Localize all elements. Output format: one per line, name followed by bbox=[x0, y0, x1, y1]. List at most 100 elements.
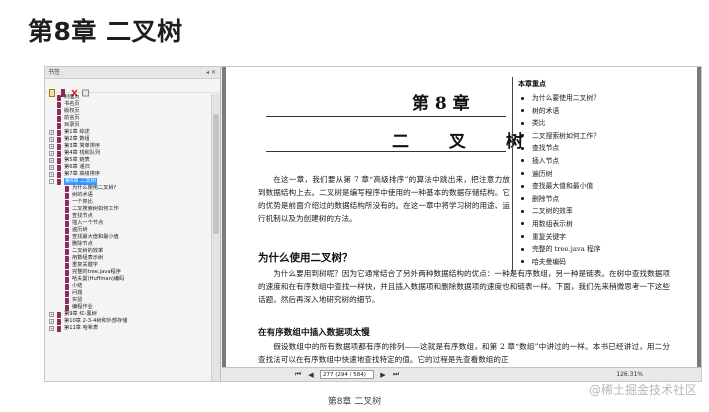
bookmark-item[interactable]: 实验 bbox=[45, 297, 211, 304]
bookmark-item[interactable]: 书名页 bbox=[45, 101, 211, 108]
document-page: 第 8 章 二 叉 树 在这一章，我们要从第 7 章“高级排序”的算法中跳出来，… bbox=[226, 67, 697, 367]
bookmark-icon bbox=[65, 262, 69, 269]
key-point-item: 插入节点 bbox=[521, 155, 652, 168]
bookmark-icon bbox=[65, 276, 69, 283]
bookmark-item[interactable]: 树的术语 bbox=[45, 192, 211, 199]
bookmark-item[interactable]: 封面页 bbox=[45, 94, 211, 101]
new-bookmark-icon[interactable] bbox=[60, 82, 67, 97]
expand-bookmark-icon[interactable] bbox=[49, 82, 56, 97]
expand-icon[interactable]: + bbox=[49, 158, 54, 163]
bookmarks-scrollbar[interactable] bbox=[211, 94, 220, 381]
expand-icon[interactable]: + bbox=[49, 319, 54, 324]
bookmark-label: 版权页 bbox=[64, 108, 80, 114]
expand-icon[interactable]: + bbox=[49, 130, 54, 135]
bookmark-icon bbox=[65, 269, 69, 276]
bullet-icon bbox=[521, 146, 524, 150]
bookmark-item[interactable]: + 第1章 综述 bbox=[45, 129, 211, 136]
expand-icon[interactable]: + bbox=[49, 137, 54, 142]
key-point-item: 为什么要使用二叉树？ bbox=[521, 92, 652, 105]
bookmark-item[interactable]: + 第5章 链表 bbox=[45, 157, 211, 164]
key-point-text: 二叉搜索树如何工作？ bbox=[532, 131, 600, 140]
bookmark-item[interactable]: 编程作业 bbox=[45, 304, 211, 311]
bookmark-item[interactable]: + 第9章 红-黑树 bbox=[45, 311, 211, 318]
bookmark-icon bbox=[65, 220, 69, 227]
expand-icon[interactable]: + bbox=[49, 151, 54, 156]
bookmark-item[interactable]: 完整的tree.java程序 bbox=[45, 269, 211, 276]
scroll-thumb[interactable] bbox=[213, 114, 219, 234]
bookmark-label: 第2章 数组 bbox=[64, 136, 90, 142]
bookmark-icon bbox=[65, 234, 69, 241]
bookmark-item[interactable]: + 第7章 高级排序 bbox=[45, 171, 211, 178]
bookmark-item[interactable]: + 第2章 数组 bbox=[45, 136, 211, 143]
key-point-text: 查找最大值和最小值 bbox=[532, 182, 594, 191]
bookmark-label: 目录页 bbox=[64, 122, 80, 128]
bookmark-item[interactable]: + 第10章 2-3-4树和外部存储 bbox=[45, 318, 211, 325]
bookmark-icon bbox=[57, 143, 61, 150]
bookmark-options-icon[interactable] bbox=[82, 82, 89, 96]
key-point-item: 哈夫曼编码 bbox=[521, 256, 652, 269]
bookmark-item[interactable]: 为什么使用二叉树? bbox=[45, 185, 211, 192]
panel-controls[interactable]: ◂ ✕ bbox=[206, 67, 216, 79]
key-point-text: 遍历树 bbox=[532, 169, 553, 178]
next-page-button[interactable]: ▶ bbox=[379, 371, 387, 379]
bookmark-item[interactable]: + 第6章 递归 bbox=[45, 164, 211, 171]
bookmark-item[interactable]: + 第3章 简单排序 bbox=[45, 143, 211, 150]
document-area: 第 8 章 二 叉 树 在这一章，我们要从第 7 章“高级排序”的算法中跳出来，… bbox=[222, 67, 701, 367]
delete-bookmark-icon[interactable] bbox=[71, 82, 78, 96]
chapter-number: 第 8 章 bbox=[412, 94, 470, 114]
bullet-icon bbox=[521, 159, 524, 163]
key-points-box: 本章重点 为什么要使用二叉树？ 树的术语 类比 二叉搜索树如何工作？ 查找节点 插入节点遍… bbox=[512, 77, 652, 273]
bookmark-item[interactable]: + 第11章 哈希表 bbox=[45, 325, 211, 332]
bookmark-icon bbox=[57, 129, 61, 136]
bookmark-label: 实验 bbox=[72, 297, 83, 303]
bookmark-item[interactable]: - 第8章 二叉树 bbox=[45, 178, 211, 185]
bookmark-item[interactable]: 问题 bbox=[45, 290, 211, 297]
bookmark-icon bbox=[57, 136, 61, 143]
bookmark-icon bbox=[65, 290, 69, 297]
bookmark-item[interactable]: + 第4章 栈和队列 bbox=[45, 150, 211, 157]
bookmark-item[interactable]: 二叉树的效率 bbox=[45, 248, 211, 255]
bookmark-label: 插入一个节点 bbox=[72, 220, 104, 226]
page-number-input[interactable]: 277 (294 / 584) bbox=[320, 370, 374, 379]
bookmark-item[interactable]: 哈夫曼(Huffman)编码 bbox=[45, 276, 211, 283]
bullet-icon bbox=[521, 121, 524, 125]
bullet-icon bbox=[521, 235, 524, 239]
collapse-icon[interactable]: - bbox=[49, 179, 54, 184]
bookmark-icon bbox=[57, 101, 61, 108]
intro-paragraph: 在这一章，我们要从第 7 章“高级排序”的算法中跳出来，把注意力放到数据结构上去… bbox=[258, 175, 510, 223]
key-point-text: 重复关键字 bbox=[532, 232, 566, 241]
bookmark-item[interactable]: 用数组表示树 bbox=[45, 255, 211, 262]
bookmark-item[interactable]: 查找节点 bbox=[45, 213, 211, 220]
expand-icon[interactable]: + bbox=[49, 326, 54, 331]
expand-icon[interactable]: + bbox=[49, 172, 54, 177]
bookmark-label: 第7章 高级排序 bbox=[64, 171, 101, 177]
first-page-button[interactable]: ⏮ bbox=[294, 370, 302, 379]
bookmark-item[interactable]: 删除节点 bbox=[45, 241, 211, 248]
bookmark-icon bbox=[57, 325, 61, 332]
bookmark-item[interactable]: 插入一个节点 bbox=[45, 220, 211, 227]
bookmark-icon bbox=[57, 311, 61, 318]
last-page-button[interactable]: ⏭ bbox=[392, 370, 400, 379]
bookmark-icon bbox=[65, 297, 69, 304]
key-points-title: 本章重点 bbox=[518, 80, 546, 88]
bookmark-item[interactable]: 二叉搜索树如何工作 bbox=[45, 206, 211, 213]
zoom-level[interactable]: 126.31% bbox=[616, 371, 643, 378]
bookmark-item[interactable]: 目录页 bbox=[45, 122, 211, 129]
bookmark-label: 一个类比 bbox=[72, 199, 93, 205]
bookmark-item[interactable]: 查找最大值和最小值 bbox=[45, 234, 211, 241]
key-point-text: 类比 bbox=[532, 119, 546, 128]
bookmark-item[interactable]: 一个类比 bbox=[45, 199, 211, 206]
bookmark-item[interactable]: 小结 bbox=[45, 283, 211, 290]
bookmark-item[interactable]: 前言页 bbox=[45, 115, 211, 122]
previous-page-button[interactable]: ◀ bbox=[307, 371, 315, 379]
bullet-icon bbox=[521, 197, 524, 201]
expand-icon[interactable]: + bbox=[49, 165, 54, 170]
bookmarks-header: 书签 ◂ ✕ bbox=[45, 67, 220, 79]
bookmark-item[interactable]: 版权页 bbox=[45, 108, 211, 115]
bookmark-item[interactable]: 遍历树 bbox=[45, 227, 211, 234]
expand-icon[interactable]: + bbox=[49, 144, 54, 149]
bookmark-icon bbox=[57, 122, 61, 129]
bookmark-item[interactable]: 重复关键字 bbox=[45, 262, 211, 269]
expand-icon[interactable]: + bbox=[49, 312, 54, 317]
bookmark-icon bbox=[65, 213, 69, 220]
